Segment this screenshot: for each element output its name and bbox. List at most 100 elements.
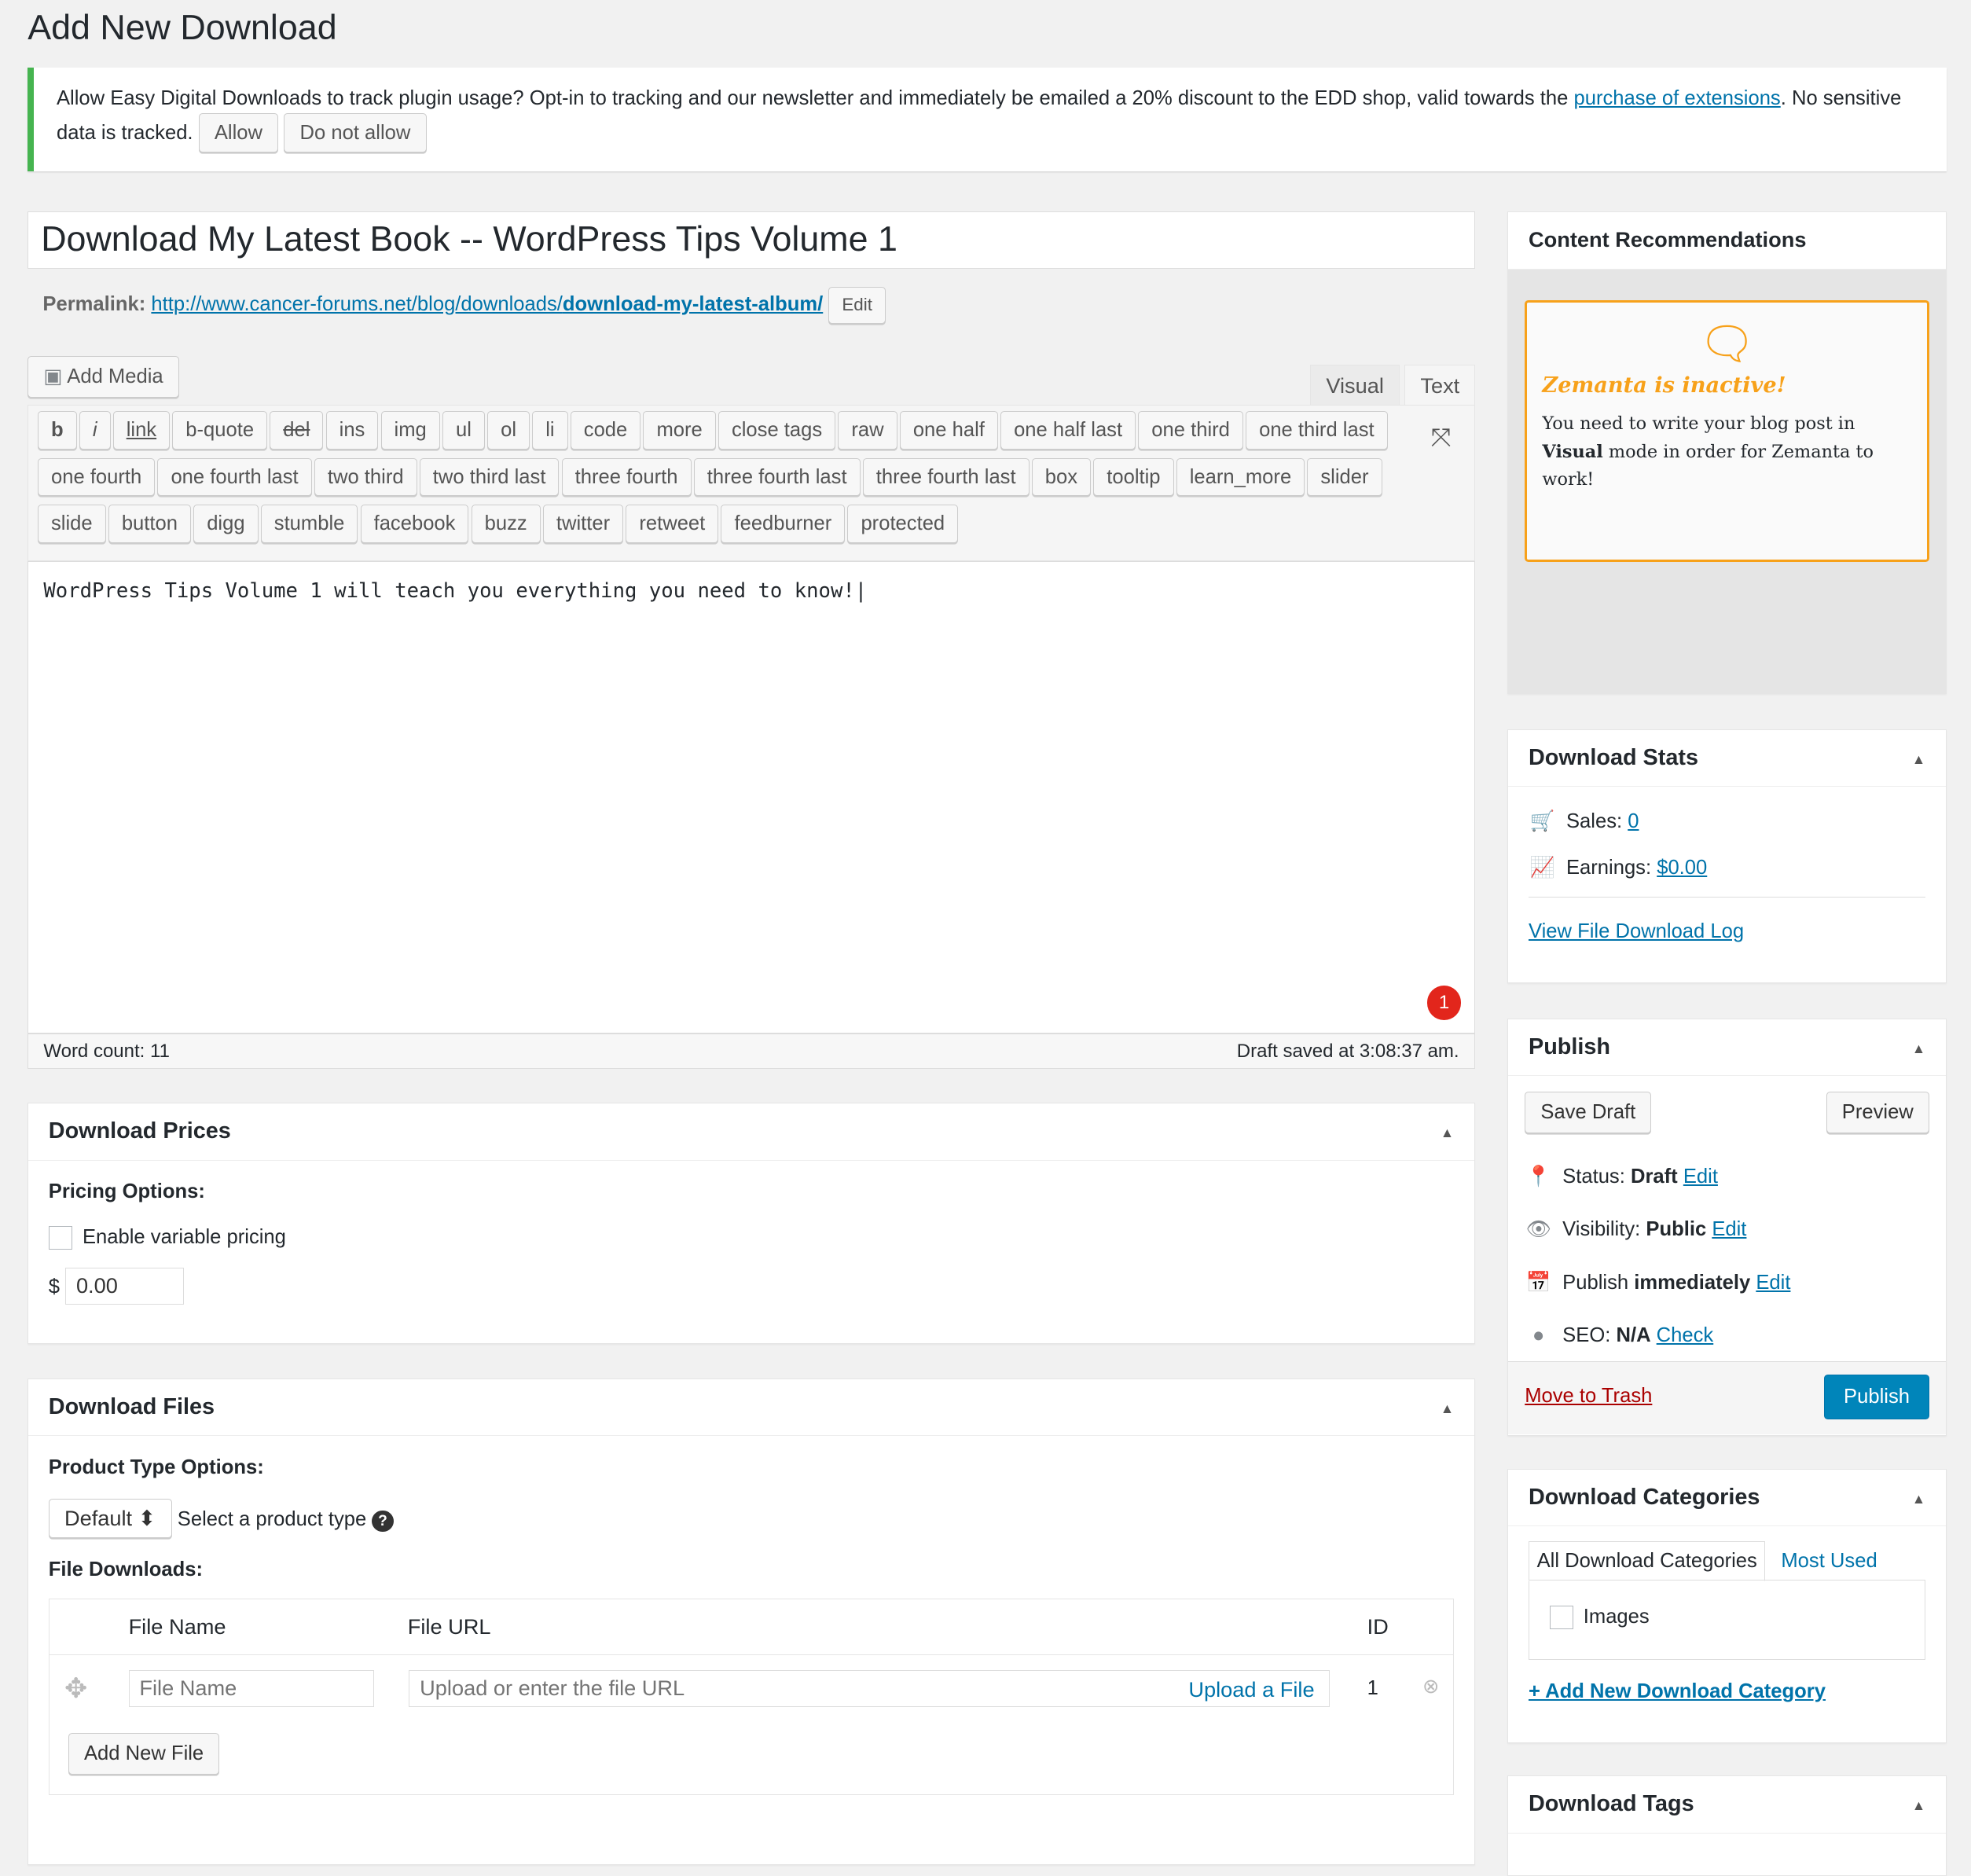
permalink-link[interactable]: http://www.cancer-forums.net/blog/downlo…: [151, 293, 823, 315]
download-files-box: Download Files ▲ Product Type Options: De…: [28, 1378, 1475, 1865]
quicktag-one-fourth-button[interactable]: one fourth: [38, 457, 156, 497]
category-checkbox-images[interactable]: [1549, 1605, 1573, 1630]
quicktag-one-half-button[interactable]: one half: [899, 411, 998, 450]
quicktag-img-button[interactable]: img: [380, 411, 440, 450]
pin-icon: 📍: [1525, 1166, 1551, 1188]
variable-pricing-checkbox[interactable]: [48, 1225, 73, 1250]
files-table: File Name File URL ID ✥ Upload a File 1 …: [48, 1599, 1455, 1795]
quicktag-b-quote-button[interactable]: b-quote: [172, 411, 268, 450]
quicktag-one-third-button[interactable]: one third: [1138, 411, 1243, 450]
content-editor[interactable]: WordPress Tips Volume 1 will teach you e…: [28, 560, 1475, 1034]
quicktag-stumble-button[interactable]: stumble: [260, 505, 358, 543]
quicktag-facebook-button[interactable]: facebook: [360, 505, 469, 543]
edit-visibility-link[interactable]: Edit: [1712, 1218, 1746, 1240]
collapse-icon[interactable]: ▲: [1912, 1797, 1925, 1814]
permalink-edit-button[interactable]: Edit: [828, 286, 886, 324]
quicktag-li-button[interactable]: li: [532, 411, 568, 450]
tracking-notice: Allow Easy Digital Downloads to track pl…: [28, 68, 1947, 171]
quicktag-del-button[interactable]: del: [270, 411, 324, 450]
allow-button[interactable]: Allow: [198, 112, 279, 152]
chart-icon: 📈: [1529, 856, 1555, 879]
eye-icon: 👁: [1525, 1218, 1552, 1241]
quicktag-ins-button[interactable]: ins: [325, 411, 379, 450]
download-categories-box: Download Categories ▲ All Download Catego…: [1507, 1468, 1947, 1743]
quicktag-two-third-last-button[interactable]: two third last: [419, 457, 560, 497]
sales-link[interactable]: 0: [1628, 810, 1639, 832]
view-download-log-link[interactable]: View File Download Log: [1529, 920, 1744, 942]
seo-check-link[interactable]: Check: [1657, 1324, 1714, 1346]
remove-icon[interactable]: ⊗: [1422, 1675, 1439, 1698]
collapse-icon[interactable]: ▲: [1441, 1125, 1454, 1141]
tab-visual[interactable]: Visual: [1310, 365, 1400, 407]
drag-handle-icon[interactable]: ✥: [64, 1672, 87, 1705]
quicktag-protected-button[interactable]: protected: [847, 505, 959, 543]
help-icon[interactable]: ?: [372, 1511, 394, 1533]
quicktag-ol-button[interactable]: ol: [487, 411, 530, 450]
quicktag-i-button[interactable]: i: [79, 411, 111, 450]
edit-status-link[interactable]: Edit: [1683, 1166, 1718, 1188]
quicktag-three-fourth-last-button[interactable]: three fourth last: [862, 457, 1030, 497]
notification-badge: 1: [1427, 986, 1462, 1020]
quicktag-two-third-button[interactable]: two third: [314, 457, 417, 497]
collapse-icon[interactable]: ▲: [1912, 1491, 1925, 1507]
collapse-icon[interactable]: ▲: [1912, 751, 1925, 768]
quicktag-learn_more-button[interactable]: learn_more: [1176, 457, 1305, 497]
quicktag-code-button[interactable]: code: [570, 411, 641, 450]
quicktag-link-button[interactable]: link: [112, 411, 171, 450]
calendar-icon: 📅: [1525, 1271, 1551, 1294]
edit-date-link[interactable]: Edit: [1756, 1272, 1790, 1294]
purchase-extensions-link[interactable]: purchase of extensions: [1574, 87, 1781, 109]
quicktag-slide-button[interactable]: slide: [38, 505, 106, 543]
fullscreen-icon[interactable]: ⤧: [1431, 423, 1452, 453]
download-stats-box: Download Stats ▲ 🛒 Sales: 0 📈 Earnings: $0.…: [1507, 729, 1947, 984]
preview-button[interactable]: Preview: [1826, 1091, 1929, 1133]
add-media-button[interactable]: ▣ Add Media: [28, 355, 179, 398]
quicktag-three-fourth-last-button[interactable]: three fourth last: [693, 457, 861, 497]
download-prices-box: Download Prices ▲ Pricing Options: Enable…: [28, 1103, 1475, 1345]
publish-box: Publish ▲ Save Draft Preview 📍 Status: Dra…: [1507, 1019, 1947, 1437]
quicktag-feedburner-button[interactable]: feedburner: [721, 505, 846, 543]
add-new-file-button[interactable]: Add New File: [68, 1732, 220, 1775]
quicktag-retweet-button[interactable]: retweet: [626, 505, 719, 543]
quicktags-toolbar: b i link b-quote del ins img ul ol li code more clos…: [38, 411, 1421, 552]
post-title-input[interactable]: Download My Latest Book -- WordPress Tip…: [28, 211, 1475, 270]
zemanta-inactive-icon: 🗨: [1698, 317, 1756, 370]
content-recommendations-box: Content Recommendations 🗨 Zemanta is ina…: [1507, 211, 1947, 695]
seo-dot-icon: ●: [1532, 1323, 1545, 1346]
quicktag-one-fourth-last-button[interactable]: one fourth last: [157, 457, 312, 497]
quicktag-ul-button[interactable]: ul: [442, 411, 485, 450]
tab-text[interactable]: Text: [1404, 365, 1476, 406]
file-name-input[interactable]: [128, 1669, 374, 1707]
quicktag-box-button[interactable]: box: [1031, 457, 1092, 497]
price-input[interactable]: [65, 1267, 184, 1305]
page-title: Add New Download: [28, 7, 337, 47]
collapse-icon[interactable]: ▲: [1912, 1041, 1925, 1057]
tab-most-used[interactable]: Most Used: [1781, 1550, 1877, 1572]
quicktag-one-third-last-button[interactable]: one third last: [1246, 411, 1388, 450]
quicktag-button-button[interactable]: button: [108, 505, 191, 543]
quicktag-three-fourth-button[interactable]: three fourth: [561, 457, 692, 497]
permalink: Permalink: http://www.cancer-forums.net/…: [42, 286, 886, 324]
collapse-icon[interactable]: ▲: [1441, 1401, 1454, 1417]
quicktag-tooltip-button[interactable]: tooltip: [1093, 457, 1174, 497]
add-category-link[interactable]: + Add New Download Category: [1529, 1680, 1826, 1702]
download-tags-box: Download Tags ▲: [1507, 1775, 1947, 1876]
quicktag-one-half-last-button[interactable]: one half last: [1000, 411, 1136, 450]
tab-all-categories[interactable]: All Download Categories: [1528, 1541, 1766, 1581]
publish-button[interactable]: Publish: [1824, 1375, 1929, 1419]
quicktag-raw-button[interactable]: raw: [838, 411, 897, 450]
quicktag-digg-button[interactable]: digg: [193, 505, 259, 543]
move-to-trash-link[interactable]: Move to Trash: [1525, 1385, 1652, 1408]
save-draft-button[interactable]: Save Draft: [1525, 1091, 1652, 1133]
quicktag-buzz-button[interactable]: buzz: [471, 505, 541, 543]
quicktag-more-button[interactable]: more: [643, 411, 716, 450]
quicktag-twitter-button[interactable]: twitter: [542, 505, 624, 543]
earnings-link[interactable]: $0.00: [1657, 857, 1707, 879]
quicktag-b-button[interactable]: b: [38, 411, 77, 450]
cart-icon: 🛒: [1529, 810, 1555, 833]
quicktag-slider-button[interactable]: slider: [1307, 457, 1382, 497]
quicktag-close-tags-button[interactable]: close tags: [718, 411, 836, 450]
upload-file-link[interactable]: Upload a File: [1188, 1677, 1314, 1702]
product-type-select[interactable]: Default ⬍: [48, 1499, 172, 1539]
do-not-allow-button[interactable]: Do not allow: [284, 112, 427, 152]
